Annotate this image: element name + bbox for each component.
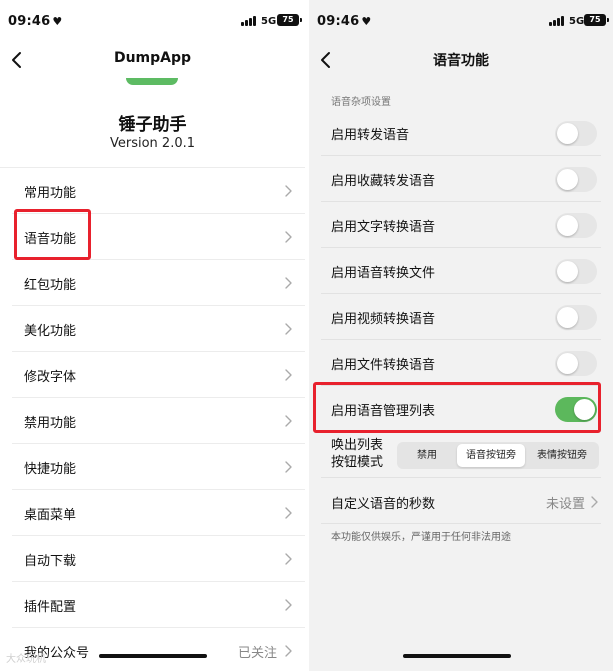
setting-label: 自定义语音的秒数: [331, 497, 436, 512]
chevron-right-icon: [285, 323, 292, 335]
menu-item-voice[interactable]: 语音功能: [12, 214, 305, 260]
chevron-right-icon: [285, 553, 292, 565]
nav-bar: 语音功能: [309, 44, 613, 78]
menu-item-label: 自动下载: [24, 554, 77, 569]
setting-label: 启用文字转换语音: [331, 220, 436, 235]
menu-item-shortcut[interactable]: 快捷功能: [12, 444, 305, 490]
toggle-switch[interactable]: [555, 213, 597, 238]
status-bar: 09:46 ♥ 5G 75: [0, 0, 305, 44]
toggle-switch[interactable]: [555, 259, 597, 284]
setting-label: 启用文件转换语音: [331, 358, 436, 373]
menu-item-label: 插件配置: [24, 600, 77, 615]
status-bar: 09:46 ♥ 5G 75: [309, 0, 613, 44]
menu-item-font[interactable]: 修改字体: [12, 352, 305, 398]
menu-item-label: 修改字体: [24, 370, 77, 385]
menu-item-auto-download[interactable]: 自动下载: [12, 536, 305, 582]
mode-segmented-control: 禁用 语音按钮旁 表情按钮旁: [397, 442, 599, 469]
setting-voice-to-file: 启用语音转换文件: [321, 248, 601, 294]
segment-emoji-button-side[interactable]: 表情按钮旁: [527, 444, 597, 467]
menu-item-label: 红包功能: [24, 278, 77, 293]
main-menu-screen: 09:46 ♥ 5G 75 DumpApp 锤子助手 Version 2.0.1 …: [0, 0, 305, 671]
setting-label: 启用语音转换文件: [331, 266, 436, 281]
menu-item-beautify[interactable]: 美化功能: [12, 306, 305, 352]
setting-forward-voice: 启用转发语音: [321, 110, 601, 156]
home-indicator[interactable]: [99, 654, 207, 658]
menu-item-desktop-menu[interactable]: 桌面菜单: [12, 490, 305, 536]
segment-voice-button-side[interactable]: 语音按钮旁: [457, 444, 525, 467]
network-type: 5G: [261, 16, 277, 27]
toggle-switch[interactable]: [555, 167, 597, 192]
menu-item-common[interactable]: 常用功能: [12, 168, 305, 214]
battery-icon: 75: [584, 14, 609, 26]
voice-settings-screen: 09:46 ♥ 5G 75 语音功能 语音杂项设置 启用转发语音 启用收藏转发语音…: [309, 0, 613, 671]
section-header: 语音杂项设置: [331, 97, 391, 108]
chevron-right-icon: [285, 645, 292, 657]
menu-item-label: 语音功能: [24, 232, 77, 247]
setting-list-button-mode: 唤出列表 按钮模式 禁用 语音按钮旁 表情按钮旁: [321, 432, 601, 478]
feature-menu: 常用功能 语音功能 红包功能 美化功能 修改字体 禁用功能 快捷功能 桌面菜单 …: [0, 167, 305, 671]
chevron-right-icon: [285, 599, 292, 611]
toggle-switch[interactable]: [555, 351, 597, 376]
app-version: Version 2.0.1: [109, 136, 195, 151]
home-indicator[interactable]: [403, 654, 511, 658]
chevron-right-icon: [285, 231, 292, 243]
menu-item-label: 快捷功能: [24, 462, 77, 477]
nav-title: DumpApp: [113, 50, 192, 66]
chevron-right-icon: [285, 415, 292, 427]
menu-item-disable[interactable]: 禁用功能: [12, 398, 305, 444]
setting-value: 未设置: [545, 497, 585, 512]
signal-icon: [241, 16, 258, 26]
setting-label: 启用转发语音: [331, 128, 410, 143]
setting-label: 启用收藏转发语音: [331, 174, 436, 189]
menu-item-label: 禁用功能: [24, 416, 77, 431]
segment-disable[interactable]: 禁用: [399, 444, 455, 467]
nav-bar: DumpApp: [0, 44, 305, 78]
chevron-right-icon: [591, 496, 598, 508]
chevron-right-icon: [285, 277, 292, 289]
setting-text-to-voice: 启用文字转换语音: [321, 202, 601, 248]
app-logo: [126, 78, 178, 85]
setting-label: 启用视频转换语音: [331, 312, 436, 327]
battery-icon: 75: [277, 14, 302, 26]
chevron-right-icon: [285, 461, 292, 473]
toggle-switch[interactable]: [555, 121, 597, 146]
chevron-right-icon: [285, 185, 292, 197]
chevron-right-icon: [285, 507, 292, 519]
status-time: 09:46 ♥: [317, 14, 372, 29]
menu-item-label: 常用功能: [24, 186, 77, 201]
signal-icon: [549, 16, 566, 26]
menu-item-label: 美化功能: [24, 324, 77, 339]
setting-file-to-voice: 启用文件转换语音: [321, 340, 601, 386]
setting-label: 唤出列表 按钮模式: [331, 438, 384, 470]
disclaimer-text: 本功能仅供娱乐，严谨用于任何非法用途: [331, 532, 511, 543]
menu-item-official-account[interactable]: 我的公众号 已关注: [12, 628, 305, 671]
follow-status: 已关注: [237, 646, 277, 661]
setting-video-to-voice: 启用视频转换语音: [321, 294, 601, 340]
heart-icon: ♥: [361, 15, 372, 28]
app-name: 锤子助手: [118, 115, 187, 135]
menu-item-label: 桌面菜单: [24, 508, 77, 523]
heart-icon: ♥: [52, 15, 63, 28]
switch-list: 启用转发语音 启用收藏转发语音 启用文字转换语音 启用语音转换文件 启用视频转换…: [309, 110, 613, 432]
toggle-switch[interactable]: [555, 305, 597, 330]
setting-voice-manage-list: 启用语音管理列表: [321, 386, 601, 432]
nav-title: 语音功能: [433, 53, 489, 69]
toggle-switch[interactable]: [555, 397, 597, 422]
status-time: 09:46 ♥: [8, 14, 63, 29]
chevron-right-icon: [285, 369, 292, 381]
watermark: 大众玩机: [6, 654, 46, 665]
network-type: 5G: [569, 16, 585, 27]
menu-item-plugin-config[interactable]: 插件配置: [12, 582, 305, 628]
menu-item-red-packet[interactable]: 红包功能: [12, 260, 305, 306]
setting-label: 启用语音管理列表: [331, 404, 436, 419]
setting-custom-voice-seconds[interactable]: 自定义语音的秒数 未设置: [321, 478, 601, 524]
setting-favorite-forward-voice: 启用收藏转发语音: [321, 156, 601, 202]
